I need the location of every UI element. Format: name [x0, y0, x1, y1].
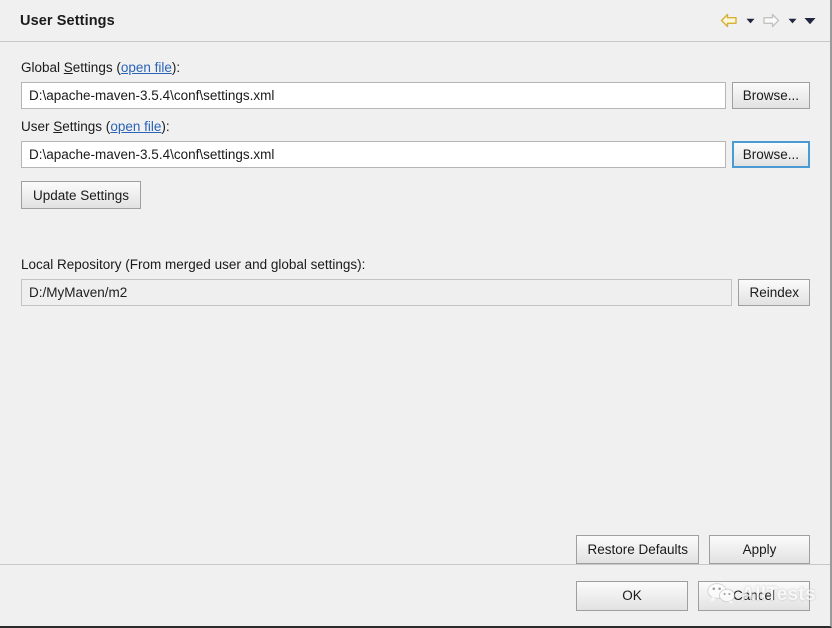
secondary-actions: Restore Defaults Apply: [576, 535, 810, 564]
global-settings-path-input[interactable]: D:\apache-maven-3.5.4\conf\settings.xml: [21, 82, 726, 109]
forward-dropdown-chevron-down-icon[interactable]: [784, 10, 800, 32]
global-settings-browse-button[interactable]: Browse...: [731, 82, 810, 109]
update-settings-button[interactable]: Update Settings: [21, 181, 142, 209]
global-settings-label-mnemonic: S: [63, 60, 73, 75]
global-settings-browse-wrap: Browse...: [731, 82, 810, 109]
header-navigation: [718, 10, 818, 32]
global-settings-label-prefix: Global: [21, 60, 64, 75]
user-settings-dialog: User Settings Global Settings (open file…: [0, 0, 832, 628]
global-settings-row: D:\apache-maven-3.5.4\conf\settings.xml …: [21, 82, 810, 109]
reindex-button[interactable]: Reindex: [738, 279, 810, 306]
back-arrow-icon[interactable]: [718, 10, 740, 32]
reindex-wrap: Reindex: [738, 279, 810, 306]
update-settings-row: Update Settings: [21, 181, 810, 209]
back-dropdown-chevron-down-icon[interactable]: [742, 10, 758, 32]
dialog-footer: OK Cancel AllTests: [0, 564, 830, 626]
cancel-button[interactable]: Cancel: [698, 580, 810, 611]
local-repository-row: D:/MyMaven/m2 Reindex: [21, 279, 810, 306]
user-settings-label-suffix: ):: [161, 119, 170, 134]
user-settings-browse-wrap: Browse...: [731, 141, 810, 168]
local-repository-section: Local Repository (From merged user and g…: [21, 257, 810, 306]
user-settings-row: D:\apache-maven-3.5.4\conf\settings.xml …: [21, 141, 810, 168]
global-settings-label: Global Settings (open file):: [21, 60, 810, 75]
user-settings-label-mnemonic: S: [53, 119, 63, 134]
page-title: User Settings: [20, 12, 115, 29]
dialog-header: User Settings: [0, 0, 830, 42]
dialog-content: Global Settings (open file): D:\apache-m…: [0, 42, 830, 564]
global-settings-open-file-link[interactable]: open file: [121, 60, 172, 75]
header-menu-chevron-down-icon[interactable]: [802, 10, 818, 32]
forward-arrow-icon[interactable]: [760, 10, 782, 32]
restore-defaults-button[interactable]: Restore Defaults: [576, 535, 699, 564]
user-settings-label-prefix: User: [21, 119, 54, 134]
user-settings-open-file-link[interactable]: open file: [110, 119, 161, 134]
ok-button[interactable]: OK: [576, 580, 688, 611]
user-settings-label: User Settings (open file):: [21, 119, 810, 134]
global-settings-label-rest: ettings (: [72, 60, 121, 75]
user-settings-browse-button[interactable]: Browse...: [731, 141, 810, 168]
global-settings-label-suffix: ):: [171, 60, 181, 75]
apply-button[interactable]: Apply: [709, 535, 810, 564]
user-settings-label-rest: ettings (: [62, 119, 111, 134]
local-repository-path-input[interactable]: D:/MyMaven/m2: [21, 279, 733, 306]
user-settings-path-input[interactable]: D:\apache-maven-3.5.4\conf\settings.xml: [21, 141, 726, 168]
local-repository-label: Local Repository (From merged user and g…: [21, 257, 366, 272]
